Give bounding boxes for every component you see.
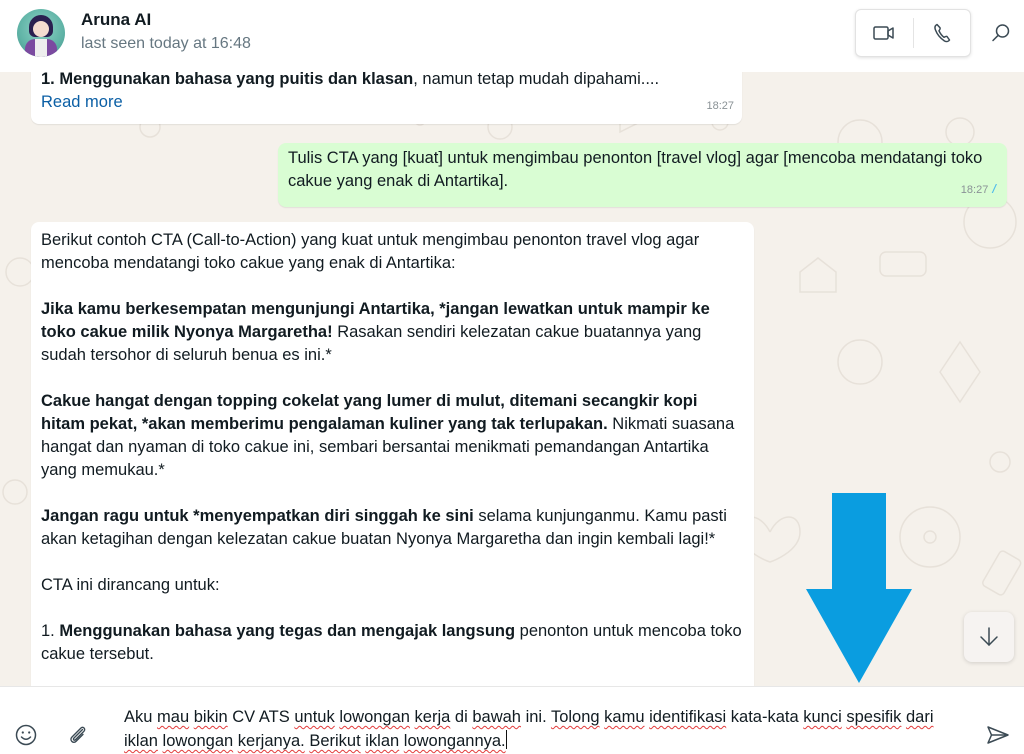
composer-word: CV [232, 708, 256, 726]
send-icon [987, 726, 1009, 744]
send-button[interactable] [986, 725, 1014, 749]
outgoing-message: Tulis CTA yang [kuat] untuk mengimbau pe… [278, 143, 1007, 207]
incoming-message: Berikut contoh CTA (Call-to-Action) yang… [31, 222, 754, 686]
annotation-arrow-down-icon [806, 493, 912, 683]
read-more-link[interactable]: Read more [41, 91, 732, 114]
message-meta: 18:27// [960, 178, 995, 202]
video-camera-icon [873, 26, 894, 40]
paperclip-icon [70, 726, 86, 744]
voice-call-button[interactable] [913, 10, 970, 56]
emoji-button[interactable] [14, 723, 40, 749]
avatar-face [33, 21, 49, 37]
misspelled-word: kunci [803, 708, 842, 726]
composer-word: ATS [258, 708, 290, 726]
misspelled-word: iklan [365, 732, 400, 750]
misspelled-word: kamu [604, 708, 645, 726]
message-paragraph: Jangan ragu untuk *menyempatkan diri sin… [41, 505, 744, 551]
misspelled-word: lowongan [162, 732, 234, 750]
call-button-group [855, 9, 971, 57]
message-plain-text: , namun tetap mudah dipahami.... [413, 72, 660, 88]
avatar-collar [35, 39, 47, 57]
incoming-message: 1. Menggunakan bahasa yang puitis dan kl… [31, 72, 742, 124]
composer-word: di [454, 708, 468, 726]
text-caret [505, 730, 507, 749]
composer-word: ini. [525, 708, 547, 726]
message-input[interactable]: Aku mau bikin CV ATS untuk lowongan kerj… [124, 705, 944, 753]
smiley-icon [15, 724, 37, 746]
message-paragraph: Jika kamu berkesempatan mengunjungi Anta… [41, 298, 744, 367]
message-bold-text: 1. Menggunakan bahasa yang puitis dan kl… [41, 72, 414, 88]
misspelled-word: iklan [124, 732, 158, 750]
message-bold-text: Menggunakan bahasa yang tegas dan mengaj… [59, 622, 516, 640]
misspelled-word: bawah [472, 708, 521, 726]
misspelled-word: spesifik [846, 708, 902, 726]
misspelled-word: lowongan [339, 708, 410, 726]
message-paragraph: Cakue hangat dengan topping cokelat yang… [41, 390, 744, 482]
misspelled-word: identifikasi [649, 708, 727, 726]
list-number: 1. [41, 622, 60, 640]
chat-header: Aruna AI last seen today at 16:48 [0, 0, 1024, 72]
message-text: 1. Menggunakan bahasa yang puitis dan kl… [41, 72, 732, 91]
video-call-button[interactable] [856, 10, 913, 56]
arrow-down-icon [980, 627, 998, 646]
message-composer: Aku mau bikin CV ATS untuk lowongan kerj… [0, 686, 1024, 754]
message-time: 18:27 [960, 184, 989, 196]
chat-area[interactable]: 1. Menggunakan bahasa yang puitis dan kl… [0, 72, 1024, 686]
message-paragraph: Berikut contoh CTA (Call-to-Action) yang… [41, 231, 700, 272]
misspelled-word: mau [157, 708, 190, 726]
misspelled-word: Berikut [309, 732, 361, 750]
attach-button[interactable] [66, 723, 92, 749]
scroll-to-bottom-button[interactable] [964, 612, 1014, 662]
message-time: 18:27 [706, 100, 734, 112]
composer-word: Aku [124, 708, 153, 726]
message-paragraph: 1. Menggunakan bahasa yang tegas dan men… [41, 620, 744, 666]
misspelled-word: kerjanya. [237, 732, 305, 750]
phone-icon [933, 23, 950, 43]
contact-name[interactable]: Aruna AI [81, 10, 151, 30]
message-bold-text: Jangan ragu untuk *menyempatkan diri sin… [41, 507, 474, 525]
message-paragraph: CTA ini dirancang untuk: [41, 576, 220, 594]
misspelled-word: kerja [414, 708, 451, 726]
composer-word: kata-kata [730, 708, 799, 726]
message-bold-text: Cakue hangat dengan topping cokelat yang… [41, 392, 698, 433]
search-button[interactable] [986, 18, 1016, 48]
misspelled-word: bikin [193, 708, 228, 726]
search-icon [992, 24, 1010, 42]
contact-status: last seen today at 16:48 [81, 35, 251, 52]
contact-avatar[interactable] [17, 9, 65, 57]
misspelled-word: dari [905, 708, 934, 726]
message-text: Tulis CTA yang [kuat] untuk mengimbau pe… [288, 149, 983, 190]
misspelled-word: lowongannya. [403, 732, 506, 750]
double-check-icon: // [992, 182, 995, 196]
misspelled-word: Tolong [550, 708, 600, 726]
misspelled-word: untuk [294, 708, 335, 726]
